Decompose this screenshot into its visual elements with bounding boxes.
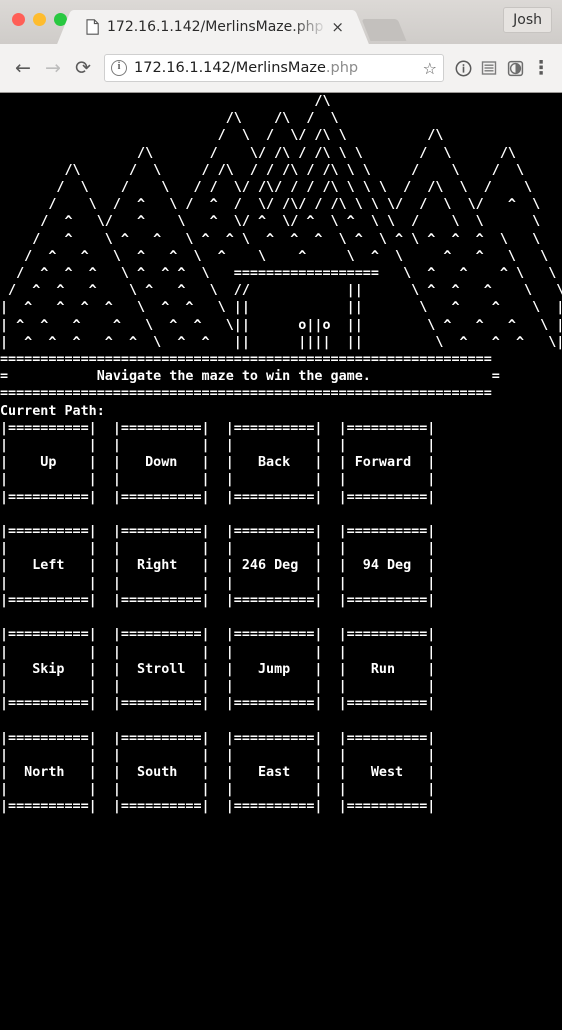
address-bar[interactable]: i 172.16.1.142/MerlinsMaze.php ☆ — [104, 54, 444, 82]
action-button-grid: |==========| |==========| |==========| |… — [0, 420, 436, 815]
window-controls — [12, 13, 67, 26]
current-path-label: Current Path: — [0, 403, 105, 419]
page-info-icon[interactable] — [450, 54, 476, 82]
back-button[interactable]: ← — [8, 53, 38, 83]
banner-bottom-rule: ========================================… — [0, 386, 492, 402]
browser-chrome: 172.16.1.142/MerlinsMaze.php × Josh ← → … — [0, 0, 562, 93]
tab-title: 172.16.1.142/MerlinsMaze.php — [107, 19, 324, 35]
maze-ascii-art: /\ /\ /\ / \ / \ / \/ /\ \ /\ /\ / \/ /\… — [0, 94, 562, 350]
profile-button[interactable]: Josh — [503, 7, 552, 33]
url-suffix: .php — [325, 60, 359, 76]
close-tab-button[interactable]: × — [329, 18, 346, 37]
forward-button[interactable]: → — [38, 53, 68, 83]
new-tab-button[interactable] — [361, 19, 407, 41]
browser-titlebar: 172.16.1.142/MerlinsMaze.php × Josh — [0, 0, 562, 44]
close-window-button[interactable] — [12, 13, 25, 26]
browser-menu-icon[interactable]: ⋮ — [528, 54, 554, 82]
tab-strip: 172.16.1.142/MerlinsMaze.php × — [72, 10, 407, 44]
url-main: 172.16.1.142/MerlinsMaze — [134, 60, 326, 76]
browser-tab[interactable]: 172.16.1.142/MerlinsMaze.php × — [72, 10, 354, 44]
url-text: 172.16.1.142/MerlinsMaze.php — [134, 60, 419, 76]
page-icon — [86, 19, 99, 35]
minimize-window-button[interactable] — [33, 13, 46, 26]
bookmark-star-icon[interactable]: ☆ — [423, 59, 437, 78]
page-content: /\ /\ /\ / \ / \ / \/ /\ \ /\ /\ / \/ /\… — [0, 93, 562, 1030]
banner-top-rule: ========================================… — [0, 352, 492, 368]
shield-icon[interactable] — [502, 54, 528, 82]
browser-toolbar: ← → ⟳ i 172.16.1.142/MerlinsMaze.php ☆ ⋮ — [0, 44, 562, 92]
reader-mode-icon[interactable] — [476, 54, 502, 82]
banner-message: = Navigate the maze to win the game. = — [0, 369, 500, 385]
reload-button[interactable]: ⟳ — [68, 53, 98, 83]
site-info-icon[interactable]: i — [111, 60, 127, 76]
